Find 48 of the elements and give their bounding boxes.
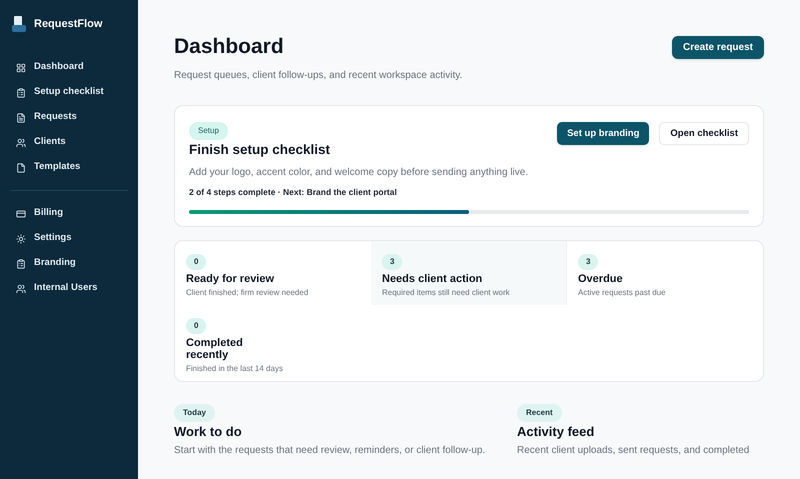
section-badge: Today bbox=[174, 404, 215, 422]
metric-title: Completed recently bbox=[186, 336, 244, 362]
count-badge: 0 bbox=[186, 254, 206, 270]
metric-description: Finished in the last 14 days bbox=[186, 364, 284, 374]
card-icon bbox=[16, 208, 26, 218]
section-badge: Recent bbox=[517, 404, 562, 422]
sidebar-item[interactable]: Internal Users bbox=[10, 276, 128, 301]
open-checklist-button[interactable]: Open checklist bbox=[659, 122, 749, 146]
metric-description: Active requests past due bbox=[578, 288, 667, 298]
settings-icon bbox=[16, 234, 26, 244]
count-badge: 3 bbox=[382, 254, 402, 270]
users-icon bbox=[16, 138, 26, 148]
set-up-branding-button[interactable]: Set up branding bbox=[557, 122, 650, 146]
clipboard-icon bbox=[16, 258, 26, 268]
progress-text: 2 of 4 steps complete · Next: Brand the client portal bbox=[189, 186, 398, 199]
grid-icon bbox=[16, 62, 26, 72]
document-icon bbox=[16, 112, 26, 122]
section-title: Activity feed bbox=[517, 424, 596, 440]
metric-title: Overdue bbox=[578, 272, 624, 285]
metric-title: Needs client action bbox=[382, 272, 484, 285]
metric-title: Ready for review bbox=[186, 272, 276, 285]
sidebar-item[interactable]: Requests bbox=[10, 105, 128, 130]
section-title: Work to do bbox=[174, 424, 243, 440]
create-request-button[interactable]: Create request bbox=[672, 36, 764, 59]
sidebar-item[interactable]: Templates bbox=[10, 155, 128, 180]
logo-icon bbox=[12, 16, 26, 33]
sidebar-item[interactable]: Dashboard bbox=[10, 55, 128, 80]
sidebar-item[interactable]: Clients bbox=[10, 130, 128, 155]
count-badge: 3 bbox=[578, 254, 598, 270]
file-icon bbox=[16, 162, 26, 172]
users-icon bbox=[16, 284, 26, 294]
card-title: Finish setup checklist bbox=[189, 142, 332, 160]
sidebar-item[interactable]: Branding bbox=[10, 251, 128, 276]
section-description: Recent client uploads, sent requests, and completed bbox=[517, 445, 750, 458]
section-description: Start with the requests that need review, reminders, or client follow-up. bbox=[174, 445, 486, 458]
brand-name: RequestFlow bbox=[34, 17, 102, 32]
clipboard-icon bbox=[16, 88, 26, 98]
count-badge: 0 bbox=[186, 318, 206, 334]
sidebar-item[interactable]: Setup checklist bbox=[10, 80, 128, 105]
metric-description: Client finished; firm review needed bbox=[186, 288, 310, 298]
sidebar-item[interactable]: Billing bbox=[10, 201, 128, 226]
sidebar-item[interactable]: Settings bbox=[10, 226, 128, 251]
page-subtitle: Request queues, client follow-ups, and recent workspace activity. bbox=[174, 69, 462, 84]
metric-description: Required items still need client work bbox=[382, 288, 511, 298]
page-title: Dashboard bbox=[174, 34, 285, 60]
card-description: Add your logo, accent color, and welcome copy before sending anything live. bbox=[189, 166, 528, 180]
status-badge: Setup bbox=[189, 122, 228, 140]
metric-tile[interactable]: 3 Needs client action Required items still need client work bbox=[371, 240, 567, 305]
